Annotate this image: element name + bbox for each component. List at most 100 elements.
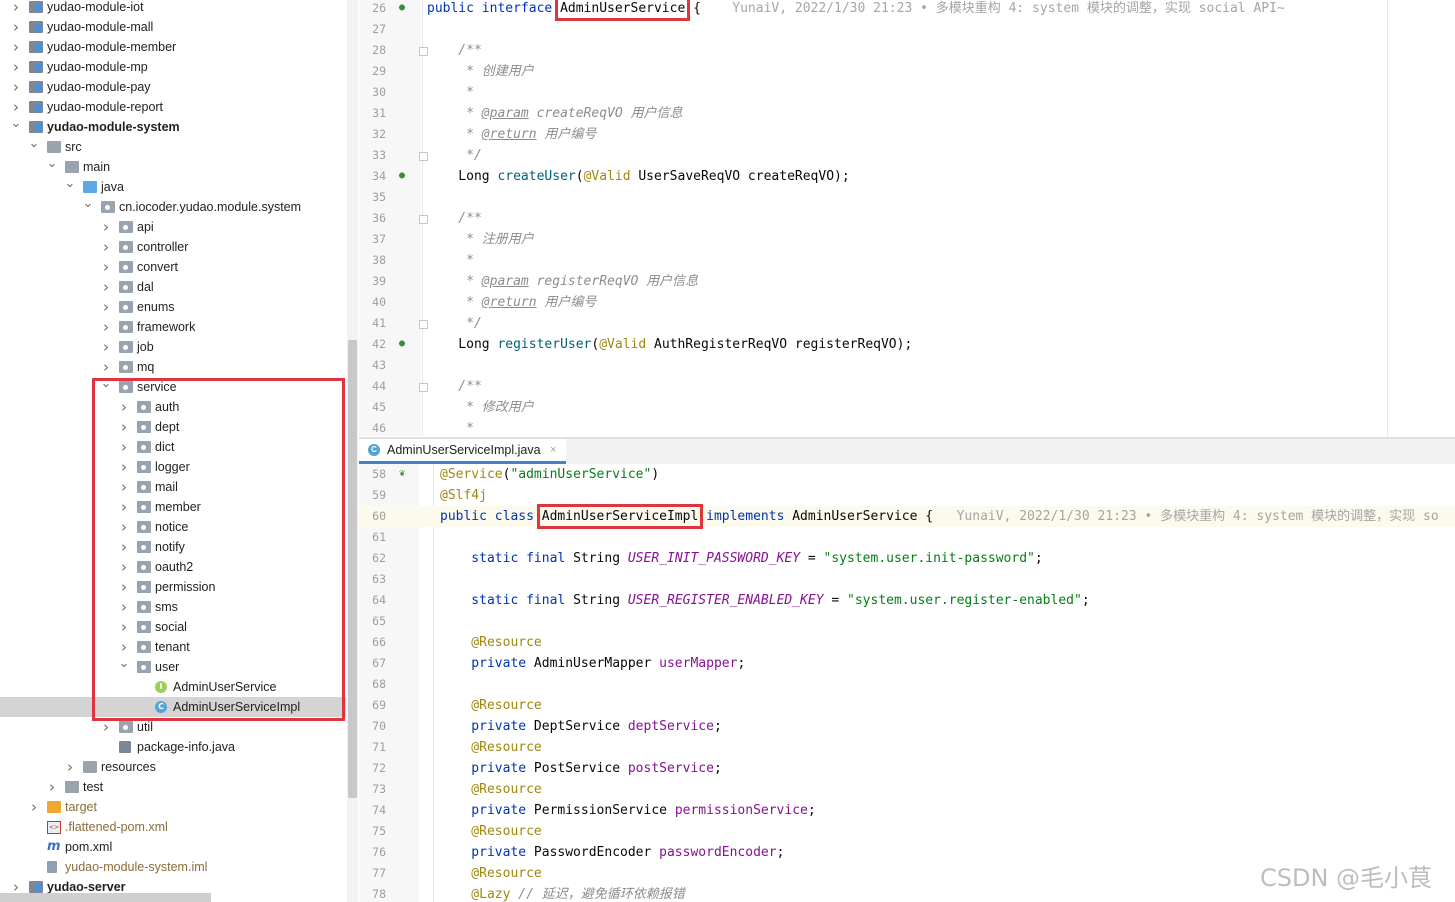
tree-item[interactable]: ⌄ java [0, 177, 346, 197]
chevron-right-icon[interactable]: › [118, 577, 130, 597]
tree-item[interactable]: › yudao-module-report [0, 97, 346, 117]
tree-item[interactable]: › framework [0, 317, 346, 337]
chevron-right-icon[interactable]: › [100, 297, 112, 317]
code-line[interactable]: 29 * 创建用户 [359, 61, 1455, 82]
tree-item[interactable]: ⌄ cn.iocoder.yudao.module.system [0, 197, 346, 217]
tree-item[interactable]: › mq [0, 357, 346, 377]
tree-item[interactable]: <> .flattened-pom.xml [0, 817, 346, 837]
chevron-right-icon[interactable]: › [118, 397, 130, 417]
tree-item[interactable]: › yudao-module-iot [0, 0, 346, 17]
code-line[interactable]: 30 * [359, 82, 1455, 103]
tree-item[interactable]: ⌄ src [0, 137, 346, 157]
code-line[interactable]: 43 [359, 355, 1455, 376]
chevron-down-icon[interactable]: ⌄ [64, 177, 76, 191]
code-line[interactable]: 32 * @return 用户编号 [359, 124, 1455, 145]
tree-item[interactable]: › notice [0, 517, 346, 537]
chevron-right-icon[interactable]: › [118, 457, 130, 477]
code-line[interactable]: 67 private AdminUserMapper userMapper; [359, 653, 1455, 674]
tree-item[interactable]: › enums [0, 297, 346, 317]
tree-item[interactable]: › dal [0, 277, 346, 297]
tree-item[interactable]: › util [0, 717, 346, 737]
tree-item[interactable]: › yudao-module-member [0, 37, 346, 57]
chevron-right-icon[interactable]: › [100, 237, 112, 257]
tree-item[interactable]: › oauth2 [0, 557, 346, 577]
tree-item[interactable]: › yudao-module-mp [0, 57, 346, 77]
chevron-right-icon[interactable]: › [64, 757, 76, 777]
tree-item[interactable]: ⌄ yudao-module-system [0, 117, 346, 137]
code-line[interactable]: 36 /** [359, 208, 1455, 229]
chevron-right-icon[interactable]: › [118, 557, 130, 577]
chevron-right-icon[interactable]: › [118, 637, 130, 657]
tree-item[interactable]: › tenant [0, 637, 346, 657]
chevron-right-icon[interactable]: › [46, 777, 58, 797]
tree-item[interactable]: › convert [0, 257, 346, 277]
code-line[interactable]: 26 ● public interface AdminUserService { Y… [359, 0, 1455, 21]
code-line[interactable]: 59 @Slf4j [359, 485, 1455, 506]
tree-item[interactable]: › sms [0, 597, 346, 617]
tree-item[interactable]: › notify [0, 537, 346, 557]
chevron-down-icon[interactable]: ⌄ [118, 657, 130, 671]
chevron-right-icon[interactable]: › [100, 717, 112, 737]
tab-admin-user-service-impl[interactable]: C AdminUserServiceImpl.java × [359, 439, 566, 464]
tree-item[interactable]: m pom.xml [0, 837, 346, 857]
tree-item[interactable]: › social [0, 617, 346, 637]
tree-item[interactable]: › member [0, 497, 346, 517]
code-line[interactable]: 70 private DeptService deptService; [359, 716, 1455, 737]
code-line[interactable]: 64 static final String USER_REGISTER_ENA… [359, 590, 1455, 611]
code-line[interactable]: 69 @Resource [359, 695, 1455, 716]
tree-item[interactable]: ⌄ main [0, 157, 346, 177]
implemented-icon[interactable]: ● [396, 170, 408, 182]
tree-item[interactable]: ⌄ user [0, 657, 346, 677]
code-line[interactable]: 65 [359, 611, 1455, 632]
code-line[interactable]: 61 [359, 527, 1455, 548]
code-line[interactable]: 71 @Resource [359, 737, 1455, 758]
chevron-right-icon[interactable]: › [100, 317, 112, 337]
chevron-right-icon[interactable]: › [118, 537, 130, 557]
spring-bean-icon[interactable]: ❦ [396, 468, 408, 480]
code-line[interactable]: 60 public class AdminUserServiceImpl impl… [359, 504, 1455, 529]
tree-item[interactable]: › dept [0, 417, 346, 437]
chevron-right-icon[interactable]: › [118, 437, 130, 457]
code-line[interactable]: 40 * @return 用户编号 [359, 292, 1455, 313]
code-line[interactable]: 41 */ [359, 313, 1455, 334]
code-line[interactable]: 62 static final String USER_INIT_PASSWOR… [359, 548, 1455, 569]
chevron-right-icon[interactable]: › [10, 97, 22, 117]
code-line[interactable]: 27 [359, 19, 1455, 40]
chevron-down-icon[interactable]: ⌄ [10, 117, 22, 131]
tree-item[interactable]: › logger [0, 457, 346, 477]
tree-item[interactable]: › api [0, 217, 346, 237]
chevron-right-icon[interactable]: › [118, 517, 130, 537]
editor-pane-impl[interactable]: 58 ❦ @Service("adminUserService") 59 @Slf4j 6… [359, 464, 1455, 902]
chevron-right-icon[interactable]: › [100, 277, 112, 297]
code-line[interactable]: 45 * 修改用户 [359, 397, 1455, 418]
chevron-right-icon[interactable]: › [10, 37, 22, 57]
code-line[interactable]: 28 /** [359, 40, 1455, 61]
tree-item[interactable]: › job [0, 337, 346, 357]
chevron-right-icon[interactable]: › [118, 417, 130, 437]
close-icon[interactable]: × [550, 439, 556, 461]
code-line[interactable]: 74 private PermissionService permissionS… [359, 800, 1455, 821]
chevron-right-icon[interactable]: › [10, 77, 22, 97]
chevron-right-icon[interactable]: › [118, 617, 130, 637]
code-line[interactable]: 63 [359, 569, 1455, 590]
tree-item[interactable]: › target [0, 797, 346, 817]
chevron-down-icon[interactable]: ⌄ [28, 137, 40, 151]
tree-item[interactable]: › dict [0, 437, 346, 457]
chevron-right-icon[interactable]: › [100, 257, 112, 277]
tree-item[interactable]: › permission [0, 577, 346, 597]
tree-item[interactable]: yudao-module-system.iml [0, 857, 346, 877]
chevron-down-icon[interactable]: ⌄ [82, 197, 94, 211]
tree-item[interactable]: › yudao-module-mall [0, 17, 346, 37]
tree-item[interactable]: C AdminUserServiceImpl [0, 697, 346, 717]
implemented-icon[interactable]: ● [396, 338, 408, 350]
tree-item[interactable]: › yudao-module-pay [0, 77, 346, 97]
code-line[interactable]: 35 [359, 187, 1455, 208]
tree-item[interactable]: › controller [0, 237, 346, 257]
code-line[interactable]: 46 * [359, 418, 1455, 436]
chevron-right-icon[interactable]: › [100, 357, 112, 377]
tree-item[interactable]: › resources [0, 757, 346, 777]
tree-item[interactable]: › mail [0, 477, 346, 497]
chevron-down-icon[interactable]: ⌄ [100, 377, 112, 391]
chevron-right-icon[interactable]: › [10, 0, 22, 17]
chevron-right-icon[interactable]: › [10, 57, 22, 77]
